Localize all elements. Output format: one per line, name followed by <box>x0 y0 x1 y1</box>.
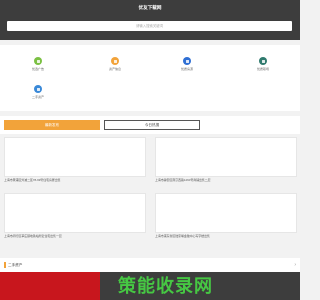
category-label: 资产信息 <box>108 67 121 71</box>
listing-card[interactable] <box>4 137 146 177</box>
section-accent-bar <box>4 262 6 268</box>
category-icon <box>34 57 42 65</box>
search-input[interactable]: 请输入搜索关键词 <box>7 21 292 31</box>
tab-bar: 最新发布 今日热搜 <box>0 116 300 134</box>
listing-card[interactable] <box>4 193 146 233</box>
tab-trending[interactable]: 今日热搜 <box>104 120 200 130</box>
category-label: 优选广告 <box>31 67 44 71</box>
category-icon <box>259 57 267 65</box>
listing-title[interactable]: 上海市闵行区莘庄镇地铁站附近住宅出售一层 <box>4 234 146 238</box>
category-label: 二手资产 <box>31 95 44 99</box>
listing-title[interactable]: 上海市静安区南京西路1260号商铺出售二层 <box>155 178 297 182</box>
category-item-ads[interactable]: 优选广告 <box>18 57 58 71</box>
category-icon <box>183 57 191 65</box>
category-item-secondhand[interactable]: 二手资产 <box>18 85 58 99</box>
category-icon <box>34 85 42 93</box>
listing-card[interactable] <box>155 137 297 177</box>
listing-title[interactable]: 上海市黄浦区外滩二区78-99号住宅房屋出售 <box>4 178 146 182</box>
watermark: 策能收录网 <box>118 276 213 296</box>
category-item-housing[interactable]: 优质房源 <box>167 57 207 71</box>
footer-red-block <box>0 272 100 300</box>
search-placeholder: 请输入搜索关键词 <box>135 24 164 28</box>
top-header: 优友下载网 请输入搜索关键词 <box>0 0 300 40</box>
category-item-workplace[interactable]: 优质职场 <box>243 57 283 71</box>
listing-title[interactable]: 上海市浦东新区陆家嘴金融中心写字楼出售 <box>155 234 297 238</box>
secondhand-section-header: 二手资产 › <box>0 258 300 272</box>
category-label: 优质职场 <box>256 67 269 71</box>
category-panel: 优选广告 资产信息 优质房源 优质职场 二手资产 <box>0 45 300 111</box>
tab-latest[interactable]: 最新发布 <box>4 120 100 130</box>
category-label: 优质房源 <box>180 67 193 71</box>
category-item-assets[interactable]: 资产信息 <box>95 57 135 71</box>
section-title: 二手资产 <box>8 263 23 267</box>
chevron-right-icon[interactable]: › <box>294 258 296 272</box>
category-icon <box>111 57 119 65</box>
site-title: 优友下载网 <box>138 5 162 10</box>
listing-card[interactable] <box>155 193 297 233</box>
